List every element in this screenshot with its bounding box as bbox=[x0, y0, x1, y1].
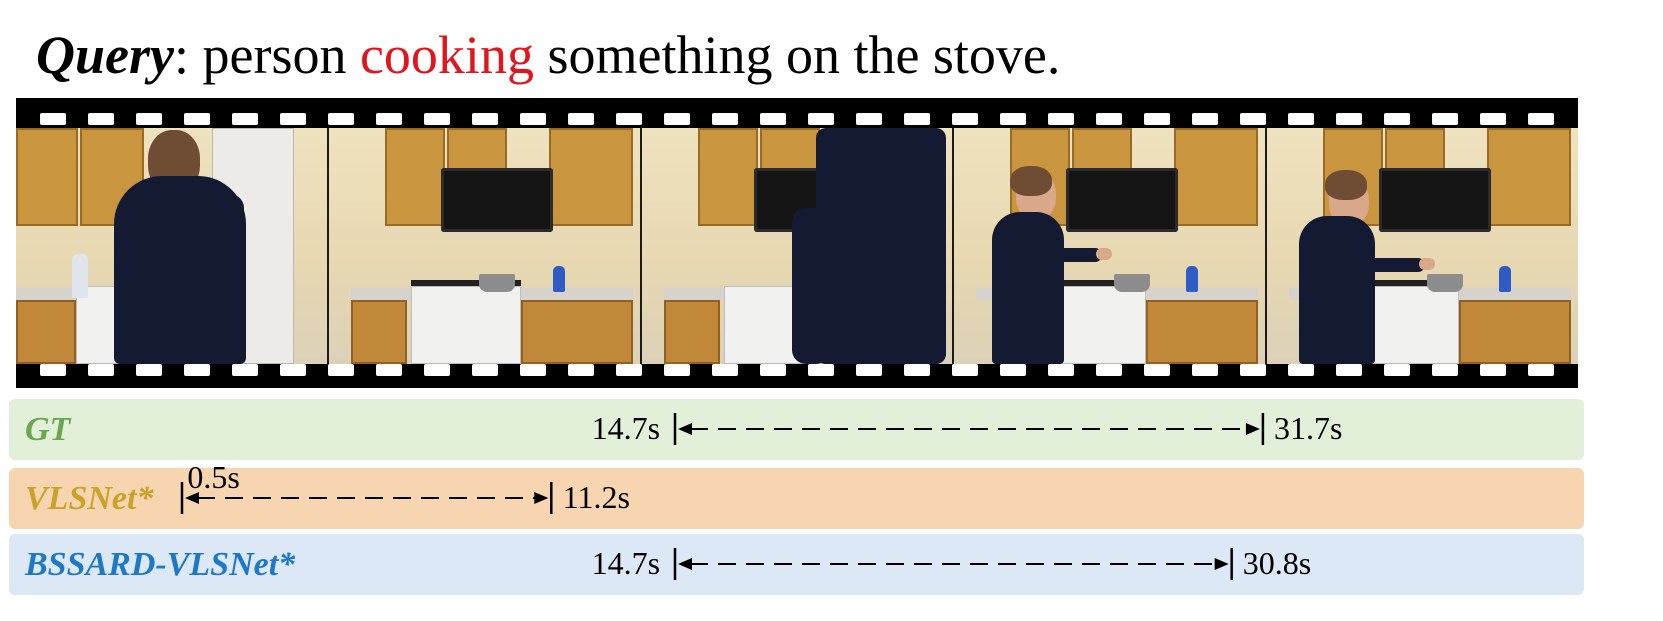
sprocket-hole bbox=[568, 113, 594, 125]
query-highlight-word: cooking bbox=[359, 25, 534, 85]
vlsnet-row: VLSNet* 0.5s 11.2s bbox=[9, 461, 1584, 529]
sprocket-hole bbox=[1528, 113, 1554, 125]
query-text-after: something on the stove. bbox=[533, 25, 1061, 85]
vlsnet-end-time: 11.2s bbox=[562, 479, 630, 515]
bssard-vlsnet-interval-arrow bbox=[673, 546, 1233, 582]
sprocket-hole bbox=[1144, 113, 1170, 125]
sprocket-hole bbox=[1480, 113, 1506, 125]
interval-left-arrowhead bbox=[678, 423, 693, 435]
sprocket-hole bbox=[1336, 113, 1362, 125]
sprocket-hole bbox=[568, 364, 594, 376]
sprocket-hole bbox=[328, 364, 354, 376]
filmstrip-sprocket-holes-top bbox=[16, 113, 1578, 125]
sprocket-hole bbox=[664, 113, 690, 125]
sprocket-hole bbox=[904, 364, 930, 376]
sprocket-hole bbox=[808, 113, 834, 125]
sprocket-hole bbox=[1240, 113, 1266, 125]
gt-interval-arrow bbox=[673, 411, 1265, 447]
sprocket-hole bbox=[1384, 364, 1410, 376]
sprocket-hole bbox=[1096, 364, 1122, 376]
sprocket-hole bbox=[232, 113, 258, 125]
bssard-vlsnet-start-time: 14.7s bbox=[591, 545, 661, 581]
query-text-before: person bbox=[202, 25, 360, 85]
sprocket-hole bbox=[40, 113, 66, 125]
sprocket-hole bbox=[1192, 113, 1218, 125]
sprocket-hole bbox=[1432, 364, 1458, 376]
sprocket-hole bbox=[1288, 364, 1314, 376]
filmstrip-frames bbox=[16, 128, 1578, 364]
gt-row-label: GT bbox=[25, 411, 71, 448]
sprocket-hole bbox=[136, 113, 162, 125]
interval-left-arrowhead bbox=[678, 558, 693, 570]
sprocket-hole bbox=[616, 364, 642, 376]
video-filmstrip bbox=[16, 98, 1578, 388]
gt-end-time: 31.7s bbox=[1273, 410, 1343, 446]
interval-left-arrowhead bbox=[185, 492, 200, 504]
video-frame-3 bbox=[641, 128, 955, 364]
bssard-vlsnet-row: BSSARD-VLSNet* 14.7s 30.8s bbox=[9, 534, 1584, 595]
vlsnet-row-label: VLSNet* bbox=[25, 480, 154, 517]
sprocket-hole bbox=[1048, 364, 1074, 376]
sprocket-hole bbox=[472, 113, 498, 125]
interval-right-arrowhead bbox=[534, 492, 549, 504]
sprocket-hole bbox=[88, 113, 114, 125]
sprocket-hole bbox=[712, 364, 738, 376]
sprocket-hole bbox=[760, 113, 786, 125]
video-frame-2 bbox=[328, 128, 642, 364]
sprocket-hole bbox=[184, 113, 210, 125]
sprocket-hole bbox=[856, 364, 882, 376]
video-frame-4 bbox=[954, 128, 1268, 364]
query-separator: : bbox=[173, 25, 203, 85]
sprocket-hole bbox=[808, 364, 834, 376]
sprocket-hole bbox=[664, 364, 690, 376]
bssard-vlsnet-row-label: BSSARD-VLSNet* bbox=[25, 546, 296, 583]
sprocket-hole bbox=[1144, 364, 1170, 376]
sprocket-hole bbox=[760, 364, 786, 376]
sprocket-hole bbox=[88, 364, 114, 376]
sprocket-hole bbox=[1048, 113, 1074, 125]
sprocket-hole bbox=[1336, 364, 1362, 376]
sprocket-hole bbox=[136, 364, 162, 376]
sprocket-hole bbox=[712, 113, 738, 125]
interval-right-arrowhead bbox=[1214, 558, 1229, 570]
sprocket-hole bbox=[616, 113, 642, 125]
sprocket-hole bbox=[184, 364, 210, 376]
video-frame-1 bbox=[16, 128, 329, 364]
filmstrip-sprocket-holes-bottom bbox=[16, 364, 1578, 376]
gt-row: GT 14.7s 31.7s bbox=[9, 399, 1584, 460]
sprocket-hole bbox=[424, 364, 450, 376]
sprocket-hole bbox=[904, 113, 930, 125]
sprocket-hole bbox=[280, 364, 306, 376]
sprocket-hole bbox=[1192, 364, 1218, 376]
bssard-vlsnet-end-time: 30.8s bbox=[1242, 545, 1312, 581]
sprocket-hole bbox=[1480, 364, 1506, 376]
sprocket-hole bbox=[1096, 113, 1122, 125]
sprocket-hole bbox=[520, 113, 546, 125]
sprocket-hole bbox=[424, 113, 450, 125]
sprocket-hole bbox=[1384, 113, 1410, 125]
sprocket-hole bbox=[520, 364, 546, 376]
vlsnet-interval-arrow bbox=[181, 480, 553, 516]
video-frame-5 bbox=[1267, 128, 1578, 364]
query-caption: Query: person cooking something on the s… bbox=[36, 20, 1060, 90]
gt-start-time: 14.7s bbox=[591, 410, 661, 446]
sprocket-hole bbox=[952, 113, 978, 125]
interval-right-arrowhead bbox=[1245, 423, 1260, 435]
sprocket-hole bbox=[1288, 113, 1314, 125]
query-label: Query bbox=[36, 25, 174, 85]
sprocket-hole bbox=[856, 113, 882, 125]
sprocket-hole bbox=[280, 113, 306, 125]
sprocket-hole bbox=[376, 113, 402, 125]
sprocket-hole bbox=[1432, 113, 1458, 125]
sprocket-hole bbox=[328, 113, 354, 125]
sprocket-hole bbox=[1000, 364, 1026, 376]
sprocket-hole bbox=[1240, 364, 1266, 376]
sprocket-hole bbox=[472, 364, 498, 376]
sprocket-hole bbox=[952, 364, 978, 376]
sprocket-hole bbox=[40, 364, 66, 376]
sprocket-hole bbox=[232, 364, 258, 376]
sprocket-hole bbox=[1528, 364, 1554, 376]
sprocket-hole bbox=[376, 364, 402, 376]
sprocket-hole bbox=[1000, 113, 1026, 125]
